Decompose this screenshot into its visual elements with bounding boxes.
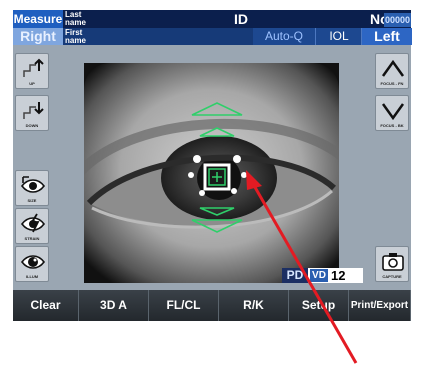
annotation-arrow: [246, 170, 358, 364]
